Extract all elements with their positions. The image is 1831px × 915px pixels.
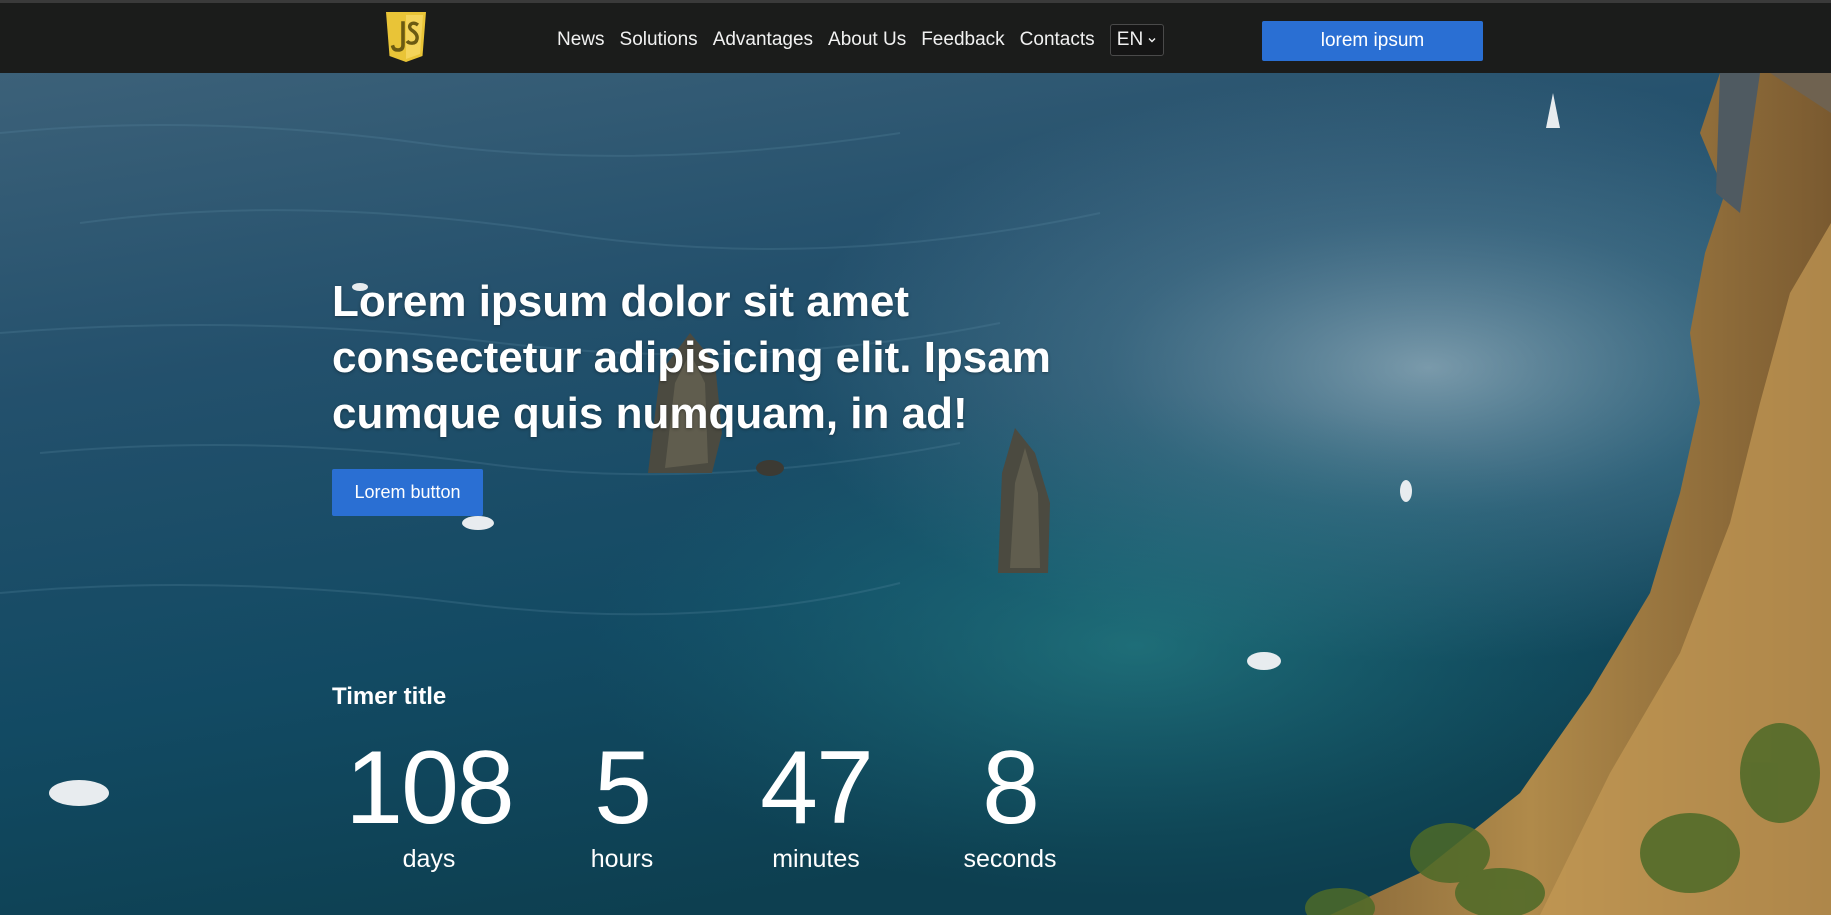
timer-unit-hours: 5 hours <box>522 733 722 874</box>
countdown-timer: 108 days 5 hours 47 minutes 8 seconds <box>332 733 1110 874</box>
chevron-down-icon <box>1148 38 1156 43</box>
timer-hours-label: hours <box>590 845 654 873</box>
timer-days-value: 108 <box>345 730 515 846</box>
hero-primary-button[interactable]: Lorem button <box>332 469 483 516</box>
timer-minutes-value: 47 <box>760 730 874 846</box>
nav-link-feedback[interactable]: Feedback <box>921 29 1004 51</box>
top-navigation-bar: News Solutions Advantages About Us Feedb… <box>0 0 1831 73</box>
timer-seconds-value: 8 <box>982 730 1040 846</box>
nav-link-about-us[interactable]: About Us <box>828 29 906 51</box>
nav-link-solutions[interactable]: Solutions <box>620 29 698 51</box>
nav-link-advantages[interactable]: Advantages <box>713 29 813 51</box>
timer-unit-minutes: 47 minutes <box>716 733 916 874</box>
timer-minutes-label: minutes <box>772 845 860 873</box>
main-nav: News Solutions Advantages About Us Feedb… <box>557 3 1110 76</box>
language-select-value: EN <box>1116 29 1144 50</box>
language-select[interactable]: EN <box>1110 24 1164 56</box>
header-cta-button[interactable]: lorem ipsum <box>1262 21 1483 61</box>
timer-days-label: days <box>402 845 456 873</box>
timer-hours-value: 5 <box>594 730 652 846</box>
hero-headline: Lorem ipsum dolor sit amet consectetur a… <box>332 277 1051 438</box>
nav-link-contacts[interactable]: Contacts <box>1020 29 1095 51</box>
timer-title: Timer title <box>332 683 447 710</box>
js-logo-icon[interactable] <box>384 12 428 62</box>
timer-unit-seconds: 8 seconds <box>910 733 1110 874</box>
timer-seconds-label: seconds <box>963 845 1057 873</box>
timer-unit-days: 108 days <box>332 733 526 874</box>
nav-link-news[interactable]: News <box>557 29 605 51</box>
